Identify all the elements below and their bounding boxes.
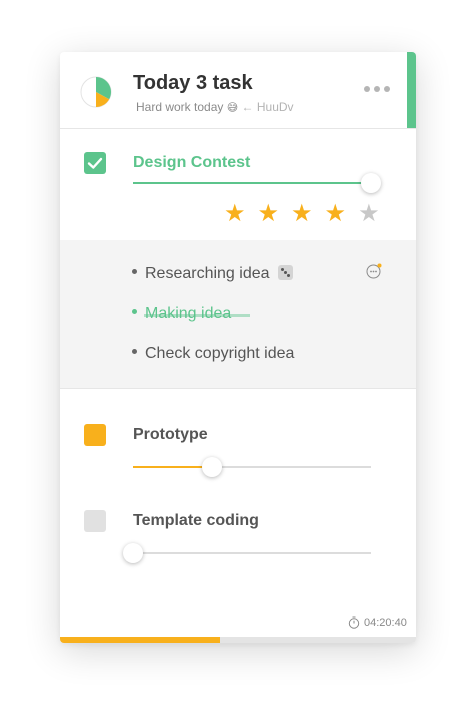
task-title-prototype: Prototype: [133, 426, 208, 443]
subtask-item-copyright[interactable]: Check copyright idea: [132, 345, 294, 363]
task-progress-fill: [133, 182, 371, 184]
star-icon[interactable]: ★: [224, 202, 246, 226]
star-icon[interactable]: ★: [258, 202, 280, 226]
bullet-icon: [132, 349, 137, 355]
star-icon[interactable]: ★: [291, 202, 313, 226]
star-icon[interactable]: ★: [358, 202, 380, 226]
task-progress-track[interactable]: [133, 552, 371, 554]
timer-value: 04:20:40: [364, 616, 407, 629]
subtask-label: Check copyright idea: [145, 345, 295, 362]
star-icon[interactable]: ★: [325, 202, 347, 226]
task-card: Today 3 task Hard work today 😅 ← HuuDv D…: [60, 52, 416, 643]
page-title: Today 3 task: [133, 72, 253, 94]
check-icon: [87, 157, 103, 169]
dice-icon: [277, 265, 293, 280]
task-checkbox-prototype[interactable]: [84, 424, 106, 446]
more-dots-icon[interactable]: [364, 82, 394, 96]
card-accent-bar: [407, 52, 416, 128]
stopwatch-icon: [348, 616, 360, 629]
overall-progress-fill: [60, 637, 220, 643]
bullet-icon: [132, 309, 137, 315]
overall-progress-bar: [60, 637, 416, 643]
timer: 04:20:40: [348, 616, 407, 629]
task-progress-handle[interactable]: [202, 457, 222, 477]
bullet-icon: [132, 269, 137, 275]
rating-stars[interactable]: ★ ★ ★ ★ ★: [224, 202, 380, 226]
subtask-item-researching[interactable]: Researching idea: [132, 265, 293, 283]
page-subtitle: Hard work today 😅 ← HuuDv: [136, 100, 294, 114]
task-progress-fill: [133, 466, 212, 468]
sweat-smile-emoji: 😅: [226, 102, 239, 114]
author-link[interactable]: ← HuuDv: [242, 100, 294, 114]
task-progress-handle[interactable]: [123, 543, 143, 563]
task-checkbox-template-coding[interactable]: [84, 510, 106, 532]
subtitle-text: Hard work today: [136, 100, 224, 114]
comment-icon[interactable]: [366, 263, 382, 279]
task-progress-handle[interactable]: [361, 173, 381, 193]
strikethrough-marker: [144, 314, 250, 317]
task-checkbox-design-contest[interactable]: [84, 152, 106, 174]
panel-divider: [60, 388, 416, 389]
header-divider: [60, 128, 416, 129]
subtask-item-making[interactable]: Making idea: [132, 305, 250, 323]
task-title-design-contest: Design Contest: [133, 154, 251, 171]
task-title-template-coding: Template coding: [133, 512, 259, 529]
subtask-label: Researching idea: [145, 265, 270, 282]
progress-pie-icon: [80, 76, 112, 108]
